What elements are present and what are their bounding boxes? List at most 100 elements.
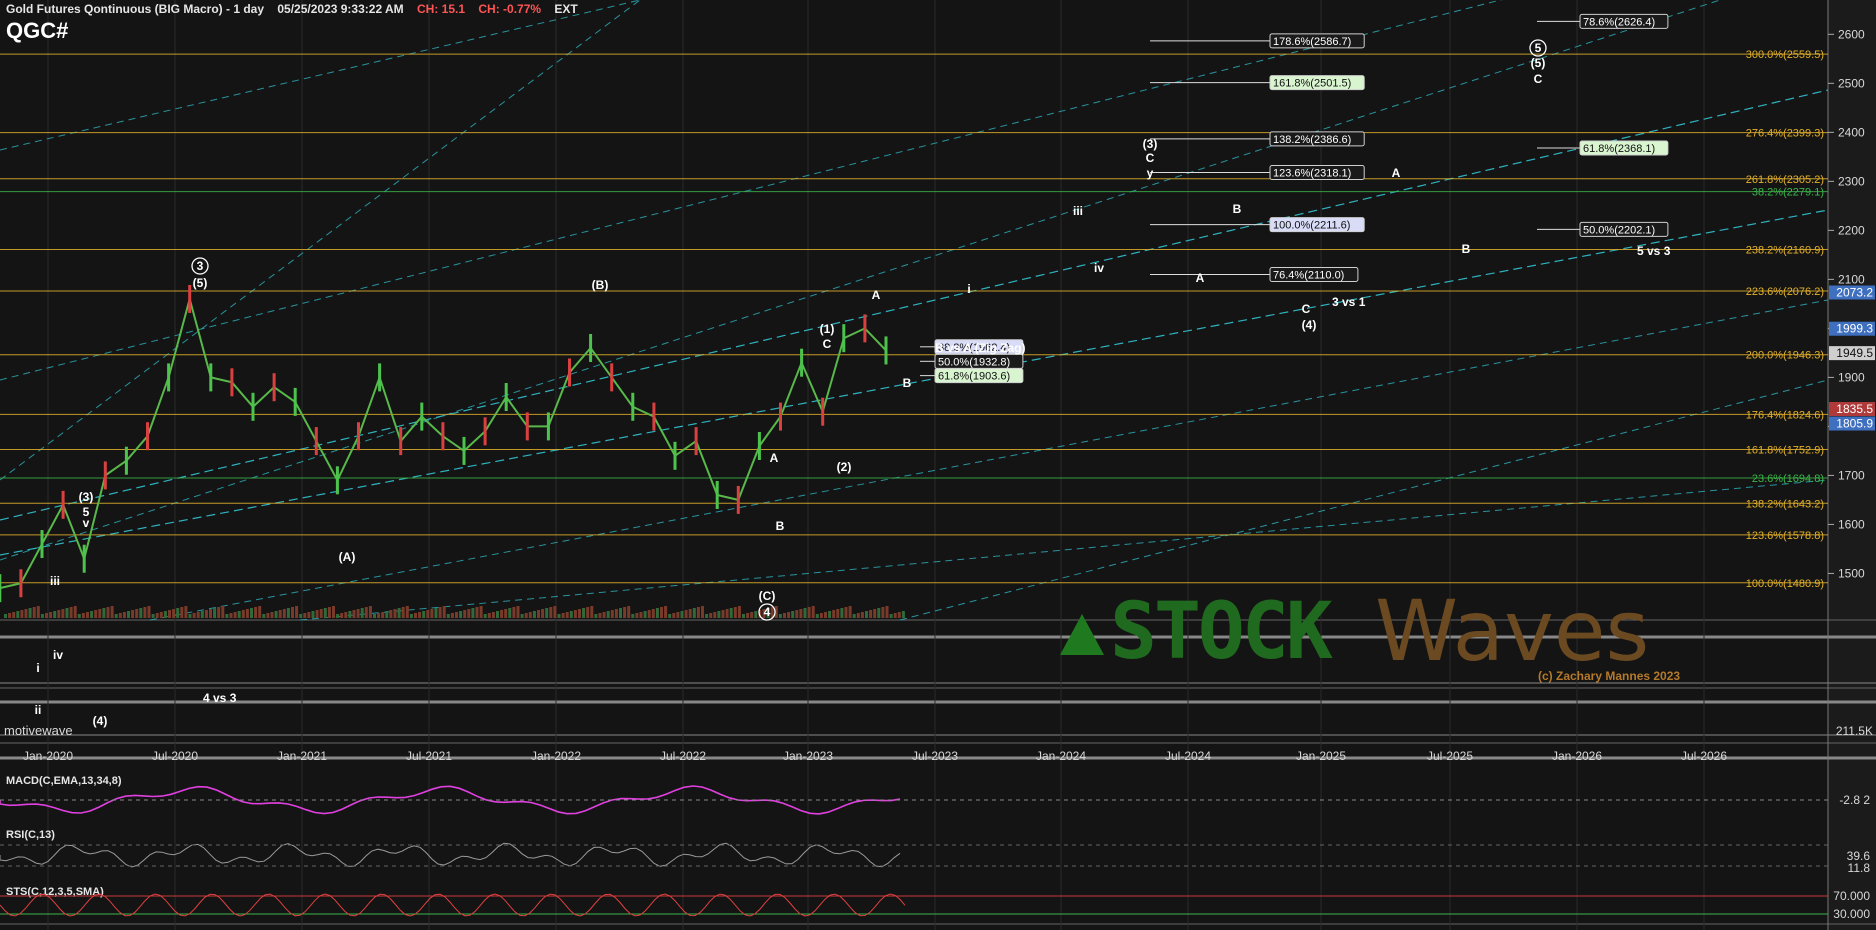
x-tick-label: Jan-2021 <box>277 749 327 763</box>
volume-bar <box>635 613 639 618</box>
chart-header: Gold Futures Qontinuous (BIG Macro) - 1 … <box>6 2 588 16</box>
fib-level-label: 200.0%(1946.3) <box>1746 350 1824 362</box>
x-tick-label: Jul-2023 <box>912 749 958 763</box>
price-tag-label: 2073.2 <box>1836 286 1873 300</box>
volume-bar <box>147 606 151 618</box>
price-chart[interactable]: Jan-2020 Jul-2020 Jan-2021 Jul-2021 Jan-2022… <box>0 0 1876 930</box>
volume-bar <box>323 608 327 618</box>
y-tick-label: 1700 <box>1838 468 1865 482</box>
volume-bar <box>647 610 651 618</box>
volume-bar <box>865 611 868 618</box>
volume-bar <box>94 610 98 618</box>
volume-bar <box>893 613 897 618</box>
volume-bar <box>836 609 840 618</box>
volume-bar <box>467 609 471 618</box>
target-box-label: 76.4%(2110.0) <box>1273 269 1344 281</box>
fib-level-label: 23.6%(1694.8) <box>1752 473 1824 485</box>
volume-bar <box>483 614 487 618</box>
volume-bar <box>250 608 253 618</box>
volume-bar <box>430 609 434 618</box>
wave-label: iv <box>53 648 63 662</box>
y-tick-label: 1500 <box>1838 566 1865 580</box>
volume-bar <box>688 609 692 618</box>
volume-bar <box>754 611 758 618</box>
volume-bar <box>860 612 864 618</box>
volume-bar <box>655 608 659 618</box>
volume-bar <box>241 610 245 618</box>
volume-bar <box>114 614 118 618</box>
volume-bar <box>824 612 827 618</box>
x-tick-label: Jan-2026 <box>1552 749 1602 763</box>
wave-label: (5) <box>1531 56 1546 70</box>
rsi-title: RSI(C,13) <box>6 829 55 841</box>
volume-bar <box>98 609 102 618</box>
volume-bar <box>438 607 442 618</box>
volume-bar <box>364 607 368 618</box>
volume-bar <box>520 614 524 618</box>
volume-bar <box>897 612 901 618</box>
volume-bar <box>86 612 89 618</box>
wave-label: i <box>967 282 970 296</box>
volume-bar <box>877 608 881 618</box>
volume-bar <box>684 610 688 618</box>
fib-level-label: 223.6%(2076.2) <box>1746 286 1824 298</box>
volume-bar <box>696 607 700 618</box>
volume-bar <box>49 612 53 618</box>
volume-bar <box>643 611 647 618</box>
volume-bar <box>516 606 520 618</box>
volume-bar <box>69 607 73 618</box>
volume-bar <box>200 611 204 618</box>
y-tick-label: 2200 <box>1838 223 1865 237</box>
chart-window[interactable]: Jan-2020 Jul-2020 Jan-2021 Jul-2021 Jan-2022… <box>0 0 1876 930</box>
wave-label: y <box>1147 166 1154 180</box>
fib-level-label: 123.6%(1578.8) <box>1746 530 1824 542</box>
volume-bar <box>848 606 852 618</box>
volume-bar <box>192 613 196 618</box>
volume-bar <box>791 611 795 618</box>
volume-bar <box>701 606 704 618</box>
volume-bar <box>233 612 237 618</box>
volume-bar <box>602 612 606 618</box>
volume-bar <box>16 611 20 618</box>
volume-bar <box>709 613 713 618</box>
volume-bar <box>545 608 549 618</box>
target-box-label: 178.6%(2586.7) <box>1273 36 1351 48</box>
volume-bar <box>311 611 315 618</box>
volume-bar <box>245 609 249 618</box>
volume-bar <box>840 608 844 618</box>
wave-label: B <box>1233 202 1242 216</box>
x-tick-label: Jan-2022 <box>531 749 581 763</box>
volume-bar <box>811 606 815 618</box>
volume-bar <box>426 610 430 618</box>
brand-waves: Waves <box>1375 582 1649 680</box>
volume-bar <box>266 613 270 618</box>
volume-bar <box>344 612 348 618</box>
y-tick-label: 2600 <box>1838 27 1865 41</box>
wave-label: A <box>1196 271 1205 285</box>
volume-bar <box>299 614 303 618</box>
volume-bar <box>479 606 483 618</box>
volume-bar <box>274 611 278 618</box>
symbol-label: QGC# <box>6 18 69 43</box>
volume-bar <box>389 610 393 618</box>
volume-bar <box>819 613 823 618</box>
target-box-label: 50.0%(1932.8) <box>938 356 1010 368</box>
volume-bar <box>614 609 618 618</box>
wave-label: 5 <box>1535 41 1542 55</box>
volume-bar <box>307 612 311 618</box>
volume-bar <box>610 610 614 618</box>
fib-level-label: 38.2%(2279.1) <box>1752 187 1824 199</box>
wave-label: (5) <box>193 276 208 290</box>
y-tick-label: 2300 <box>1838 174 1865 188</box>
price-tag-label: 1999.3 <box>1836 322 1873 336</box>
volume-bar <box>463 610 467 618</box>
volume-bar <box>594 614 598 618</box>
volume-bar <box>81 613 85 618</box>
volume-bar <box>61 609 65 618</box>
volume-bar <box>680 611 684 618</box>
datetime-label: 05/25/2023 9:33:22 AM <box>277 2 404 16</box>
wave-label: v <box>83 516 90 530</box>
volume-bar <box>24 609 28 618</box>
volume-bar <box>528 612 532 618</box>
wave-label: B <box>776 519 785 533</box>
